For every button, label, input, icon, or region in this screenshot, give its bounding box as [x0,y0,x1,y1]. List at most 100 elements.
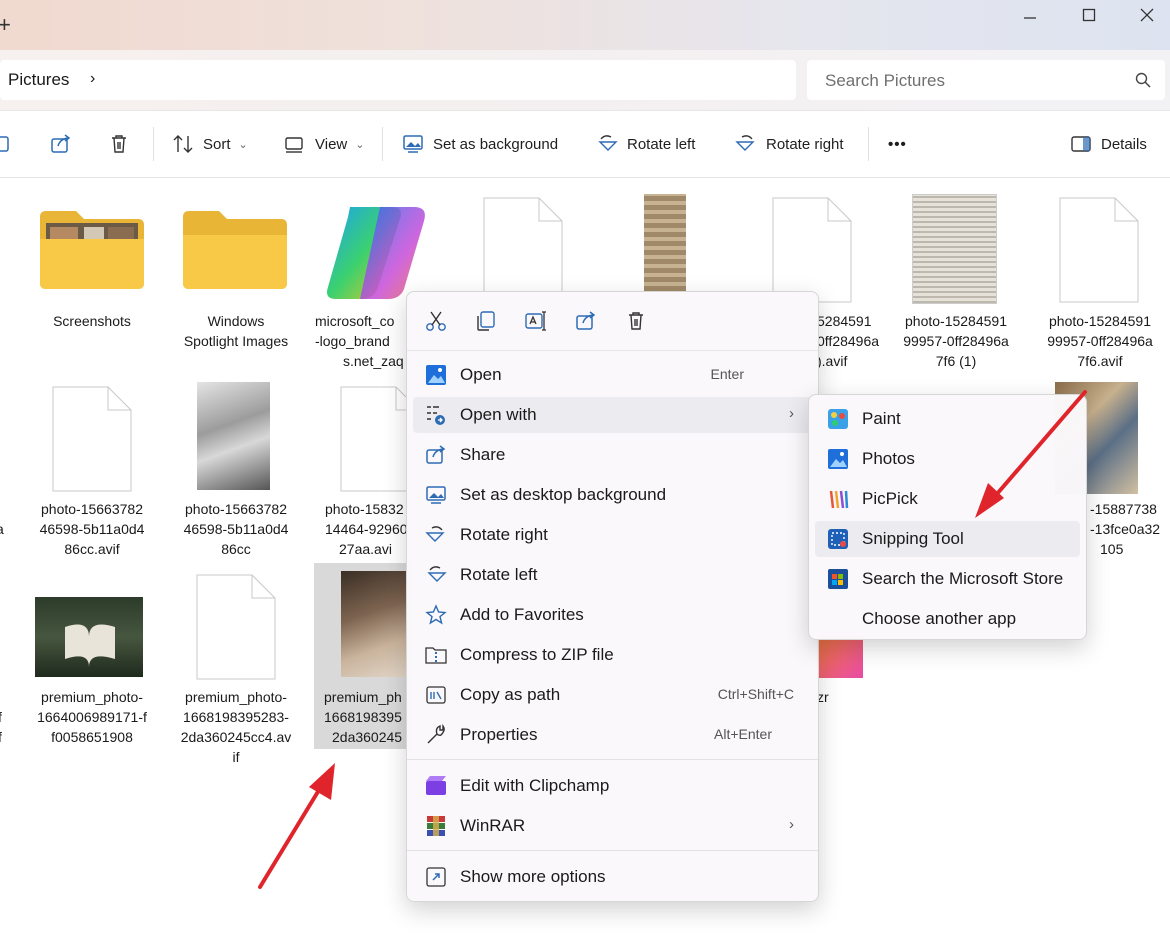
submenu-item-photos[interactable]: Photos [815,441,1080,477]
address-bar: Pictures › Search Pictures [0,50,1170,111]
file-premium-photo-1664006989171[interactable]: premium_photo- 1664006989171-f f00586519… [27,687,157,747]
copy-icon[interactable] [475,310,497,332]
trash-icon [112,135,126,153]
submenu-item-search-microsoft-store[interactable]: Search the Microsoft Store [815,561,1080,597]
folder-screenshots[interactable]: Screenshots [27,311,157,331]
submenu-item-paint[interactable]: Paint [815,401,1080,437]
file-name: f [0,727,8,747]
menu-item-set-desktop-background[interactable]: Set as desktop background [413,477,812,513]
file-partial-left[interactable]: f f [0,707,8,747]
rename-button[interactable] [0,129,21,159]
menu-item-open[interactable]: Open Enter [413,357,812,393]
file-photo-1566378246598-avif[interactable]: photo-15663782 46598-5b11a0d4 86cc.avif [27,499,157,559]
submenu-item-choose-another-app[interactable]: Choose another app [815,601,1080,637]
menu-item-label: Edit with Clipchamp [460,776,610,795]
gradient-image-thumbnail[interactable] [817,636,863,678]
sort-button[interactable]: Sort ⌄ [172,129,248,159]
file-name: 14464-92960 [325,521,408,537]
menu-item-copy-as-path[interactable]: Copy as path Ctrl+Shift+C [413,677,812,713]
command-bar: Sort ⌄ View ⌄ Set as background Rotate l… [0,111,1170,178]
cut-icon[interactable] [425,310,447,332]
share-button[interactable] [50,129,81,159]
context-menu: Open Enter Open with › Share Set as desk… [406,291,819,902]
close-icon[interactable] [1124,8,1170,32]
file-name: 2da360245cc4.av [180,729,292,745]
submenu-item-snipping-tool[interactable]: Snipping Tool [815,521,1080,557]
share-icon [51,134,71,153]
rotate-right-label: Rotate right [766,135,844,153]
rotate-right-button[interactable]: Rotate right [735,129,844,159]
menu-item-share[interactable]: Share [413,437,812,473]
folder-icon[interactable] [181,205,289,296]
file-name: 99957-0ff28496a [1047,333,1153,349]
details-button[interactable]: Details [1070,129,1147,159]
menu-item-open-with[interactable]: Open with › [413,397,812,433]
file-name: 46598-5b11a0d4 [39,521,145,537]
open-with-icon [425,404,447,426]
newspaper-thumbnail[interactable] [912,194,997,304]
newspapers-thumbnail[interactable] [197,382,270,490]
submenu-item-label: Search the Microsoft Store [862,569,1064,588]
menu-item-winrar[interactable]: WinRAR › [413,808,812,844]
document-icon[interactable] [483,197,563,303]
file-photo-1566378246598[interactable]: photo-15663782 46598-5b11a0d4 86cc [171,499,301,559]
menu-item-show-more-options[interactable]: Show more options [413,859,812,895]
file-photo-1528459199957-avif[interactable]: 5284591 0ff28496a ).avif [817,311,879,371]
file-premium-photo-1668198395283[interactable]: premium_ph 1668198395 2da360245 [324,687,408,747]
new-tab-button[interactable]: + [0,12,11,38]
menu-item-properties[interactable]: Properties Alt+Enter [413,717,812,753]
menu-item-compress-zip[interactable]: Compress to ZIP file [413,637,812,673]
file-zr[interactable]: zr [817,687,847,707]
menu-item-edit-with-clipchamp[interactable]: Edit with Clipchamp [413,768,812,804]
maximize-icon[interactable] [1066,8,1112,32]
scroll-image-thumbnail[interactable] [644,194,686,291]
title-bar: + [0,0,1170,50]
breadcrumb[interactable]: Pictures › [0,60,796,100]
document-icon[interactable] [1059,197,1139,303]
book-photo-thumbnail[interactable] [35,597,143,677]
delete-button[interactable] [108,129,139,159]
document-icon[interactable] [772,197,852,303]
trash-icon[interactable] [625,310,647,332]
rename-icon[interactable] [525,310,547,332]
menu-item-rotate-right[interactable]: Rotate right [413,517,812,553]
document-icon[interactable] [196,574,276,680]
file-photo-1528459199957-0ff28496a7f6-1[interactable]: photo-15284591 99957-0ff28496a 7f6 (1) [891,311,1021,371]
search-input[interactable]: Search Pictures [807,60,1165,100]
toolbar-divider [153,127,154,161]
folder-windows-spotlight-images[interactable]: Windows Spotlight Images [171,311,301,351]
chevron-down-icon: ⌄ [238,138,248,151]
breadcrumb-pictures[interactable]: Pictures [8,70,69,90]
file-name: -13fce0a32 [1090,521,1161,537]
file-name: 99957-0ff28496a [903,333,1009,349]
file-photo-1583214464[interactable]: photo-15832 14464-92960 27aa.avi [325,499,410,559]
rotate-left-label: Rotate left [627,135,696,153]
file-name: if [232,749,240,765]
submenu-item-picpick[interactable]: PicPick [815,481,1080,517]
menu-item-shortcut: Enter [710,366,744,382]
file-microsoft-copilot-logo[interactable]: microsoft_co -logo_brand s.net_zaq [315,311,410,371]
see-more-button[interactable]: ••• [888,129,907,159]
menu-item-add-to-favorites[interactable]: Add to Favorites [413,597,812,633]
rotate-left-button[interactable]: Rotate left [596,129,695,159]
file-name: 7f6.avif [1077,353,1123,369]
view-button[interactable]: View ⌄ [284,129,364,159]
file-photo-15887738[interactable]: -15887738 -13fce0a32 105 [1090,499,1170,559]
file-name: 1668198395 [324,709,402,725]
winrar-icon [425,815,447,837]
document-icon[interactable] [52,386,132,492]
reading-photo-thumbnail[interactable] [341,571,407,677]
set-as-background-button[interactable]: Set as background [402,129,558,159]
file-partial-left[interactable]: a [0,519,6,539]
chevron-right-icon[interactable]: › [90,70,95,88]
minimize-icon[interactable] [1007,8,1053,32]
search-icon[interactable] [1135,72,1151,93]
file-name: 86cc [221,541,251,557]
share-icon[interactable] [575,310,597,332]
submenu-item-label: PicPick [862,489,918,508]
folder-icon[interactable] [38,205,146,296]
menu-item-rotate-left[interactable]: Rotate left [413,557,812,593]
file-photo-1528459199957-0ff28496a7f6-avif[interactable]: photo-15284591 99957-0ff28496a 7f6.avif [1035,311,1165,371]
file-name: premium_ph [324,689,402,705]
file-premium-photo-1668198395283-avif[interactable]: premium_photo- 1668198395283- 2da360245c… [171,687,301,767]
